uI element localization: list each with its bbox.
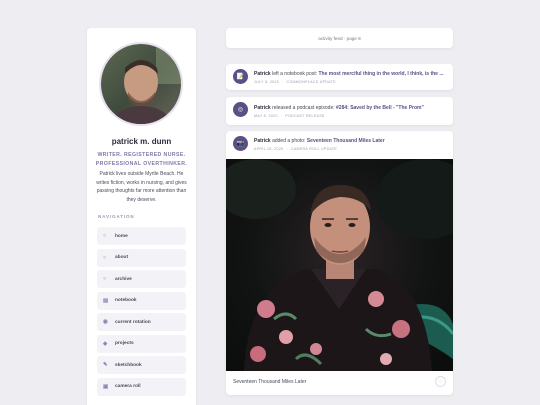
feed-header-label: activity feed · page 8	[318, 35, 361, 41]
camera-post-icon: 📷	[233, 136, 248, 151]
profile-tagline: WRITER. REGISTERED NURSE. PROFESSIONAL O…	[95, 152, 188, 167]
nav-item-camera-roll[interactable]: ▣ camera roll	[97, 377, 186, 396]
about-icon: ○	[103, 254, 107, 261]
nav-item-home[interactable]: ○ home	[97, 227, 186, 245]
profile-sidebar: patrick m. dunn WRITER. REGISTERED NURSE…	[87, 28, 196, 405]
rotation-icon: ◉	[103, 319, 108, 325]
nav-item-archive[interactable]: ○ archive	[97, 270, 186, 288]
post-meta: APRIL 15, 2020 · CAMERA ROLL UPDATE	[254, 147, 337, 151]
feed-post: ◎ Patrick released a podcast episode: #2…	[226, 97, 453, 125]
navigation-heading: NAVIGATION	[98, 214, 135, 219]
post-category: CAMERA ROLL UPDATE	[290, 147, 338, 151]
feed-header: activity feed · page 8	[226, 28, 453, 48]
meta-separator: ·	[282, 80, 284, 84]
post-link[interactable]: #284: Saved by the Bell - "The Prom"	[336, 105, 424, 111]
podcast-icon: ◎	[233, 102, 248, 117]
nav-item-sketchbook[interactable]: ✎ sketchbook	[97, 356, 186, 374]
post-date: JULY 8, 2020	[254, 80, 280, 84]
profile-name: patrick m. dunn	[111, 137, 172, 146]
nav-item-label: current rotation	[115, 319, 151, 325]
feed-post: 📝 Patrick left a notebook post: The most…	[226, 64, 453, 90]
nav-item-label: sketchbook	[115, 362, 142, 368]
post-author[interactable]: Patrick	[254, 138, 271, 144]
nav-item-projects[interactable]: ◈ projects	[97, 334, 186, 353]
meta-separator: ·	[286, 147, 288, 151]
post-action: released a podcast episode:	[270, 105, 337, 111]
post-author[interactable]: Patrick	[254, 71, 271, 77]
notebook-post-icon: 📝	[233, 69, 248, 84]
post-action: left a notebook post:	[270, 71, 319, 77]
camera-icon: ▣	[103, 383, 109, 390]
post-photo[interactable]	[226, 159, 453, 371]
feed-post: 📷 Patrick added a photo: Seventeen Thous…	[226, 131, 453, 395]
nav-item-label: home	[115, 233, 128, 239]
nav-item-label: projects	[115, 341, 134, 346]
post-summary: Patrick released a podcast episode: #284…	[254, 105, 446, 111]
post-summary: Patrick added a photo: Seventeen Thousan…	[254, 138, 446, 144]
photo-caption: Seventeen Thousand Miles Later	[233, 379, 307, 385]
sketchbook-icon: ✎	[103, 362, 108, 368]
avatar[interactable]	[99, 42, 183, 126]
heart-icon[interactable]: ♡	[435, 376, 446, 387]
nav-item-current-rotation[interactable]: ◉ current rotation	[97, 313, 186, 331]
post-date: APRIL 15, 2020	[254, 147, 284, 151]
nav-item-notebook[interactable]: ▤ notebook	[97, 291, 186, 310]
post-author[interactable]: Patrick	[254, 105, 271, 111]
nav-item-label: archive	[115, 276, 132, 282]
meta-separator: ·	[280, 114, 283, 118]
nav-item-about[interactable]: ○ about	[97, 248, 186, 267]
post-link[interactable]: The most merciful thing in the world, I …	[319, 71, 444, 77]
post-category: COMMONPLACE UPDATE	[286, 80, 336, 84]
nav-item-label: camera roll	[115, 384, 141, 389]
nav-item-label: notebook	[115, 298, 137, 303]
archive-icon: ○	[103, 276, 107, 282]
projects-icon: ◈	[103, 340, 108, 347]
post-summary: Patrick left a notebook post: The most m…	[254, 71, 446, 77]
profile-bio: Patrick lives outside Myrtle Beach. He w…	[96, 171, 187, 203]
navigation-list: ○ home ○ about ○ archive ▤ notebook ◉ cu…	[97, 227, 186, 399]
notebook-icon: ▤	[103, 297, 109, 304]
post-link[interactable]: Seventeen Thousand Miles Later	[307, 138, 385, 144]
post-action: added a photo:	[270, 138, 307, 144]
nav-item-label: about	[115, 255, 129, 260]
post-meta: JULY 8, 2020 · COMMONPLACE UPDATE	[254, 80, 336, 84]
post-category: PODCAST RELEASE	[285, 114, 325, 118]
home-icon: ○	[103, 233, 107, 239]
post-meta: MAY 8, 2020 · PODCAST RELEASE	[254, 114, 325, 118]
post-date: MAY 8, 2020	[254, 114, 278, 118]
